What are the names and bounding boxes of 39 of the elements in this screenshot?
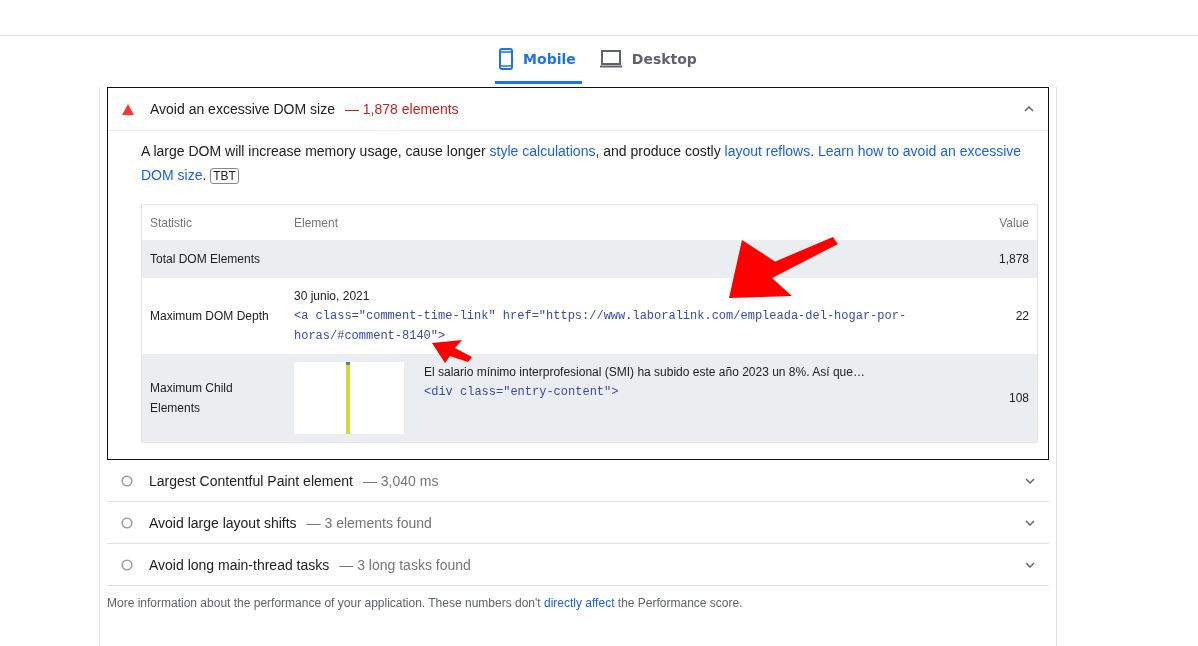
metric-tag: TBT [210, 168, 239, 184]
monitor-icon [599, 49, 622, 68]
warning-triangle-icon [122, 103, 134, 115]
footer-note: More information about the performance of your application. These numbers don't directly affect the Performance score. [107, 596, 744, 610]
table-cell-text: Maximum DOM Depth [149, 308, 270, 325]
table-cell-text: 108 [1007, 391, 1030, 405]
node-snippet: 30 junio, 2021 [294, 288, 371, 305]
audit-value: — 3 elements found [306, 514, 432, 531]
circle-icon [121, 516, 133, 529]
node-snippet: El salario mínimo interprofesional (SMI) ha subido este año 2023 un 8%. Así que… [424, 364, 865, 381]
node-code: <div class="entry-content"> [424, 384, 620, 401]
audit-description: A large DOM will increase memory usage, cause longer style calculations, and produce costly layout reflows. Learn how to avoid an excessive DOM size. TBT [141, 139, 1038, 188]
audit-value: — 3 long tasks found [339, 556, 471, 573]
link[interactable]: Learn how to avoid an excessive [818, 139, 1022, 163]
chevron-down-icon[interactable] [1025, 561, 1035, 568]
table-cell-text: Total DOM Elements [149, 251, 262, 268]
table-cell-text: 1,878 [997, 252, 1030, 266]
node-code: <a class="comment-time-link" href="https://www.laboralink.com/empleada-del-hogar-por-horas/#comment-8140"> [294, 308, 908, 345]
audit-value: — 3,040 ms [362, 472, 439, 489]
circle-icon [121, 558, 133, 571]
chevron-up-icon[interactable] [1024, 106, 1034, 112]
column-header: Element [293, 215, 340, 230]
column-header: Statistic [149, 214, 193, 232]
audit-title[interactable]: Avoid large layout shifts [149, 514, 297, 531]
audit-value: — 1,878 elements [344, 101, 459, 117]
audit-title[interactable]: Largest Contentful Paint element [149, 472, 353, 489]
column-header: Value [998, 215, 1030, 230]
link[interactable]: directly affect [544, 596, 615, 610]
table-cell-text: Maximum Child Elements [149, 380, 234, 417]
table-cell-text: 22 [1014, 309, 1030, 323]
chevron-down-icon[interactable] [1025, 477, 1035, 484]
circle-icon [121, 474, 133, 487]
chevron-down-icon[interactable] [1025, 519, 1035, 526]
phone-icon [499, 47, 514, 70]
tab[interactable]: Desktop [595, 36, 703, 84]
audit-title[interactable]: Avoid long main-thread tasks [149, 556, 330, 573]
audit-title[interactable]: Avoid an excessive DOM size [150, 101, 335, 117]
arrow-annotation [432, 340, 472, 363]
tab[interactable]: Mobile [495, 36, 582, 84]
